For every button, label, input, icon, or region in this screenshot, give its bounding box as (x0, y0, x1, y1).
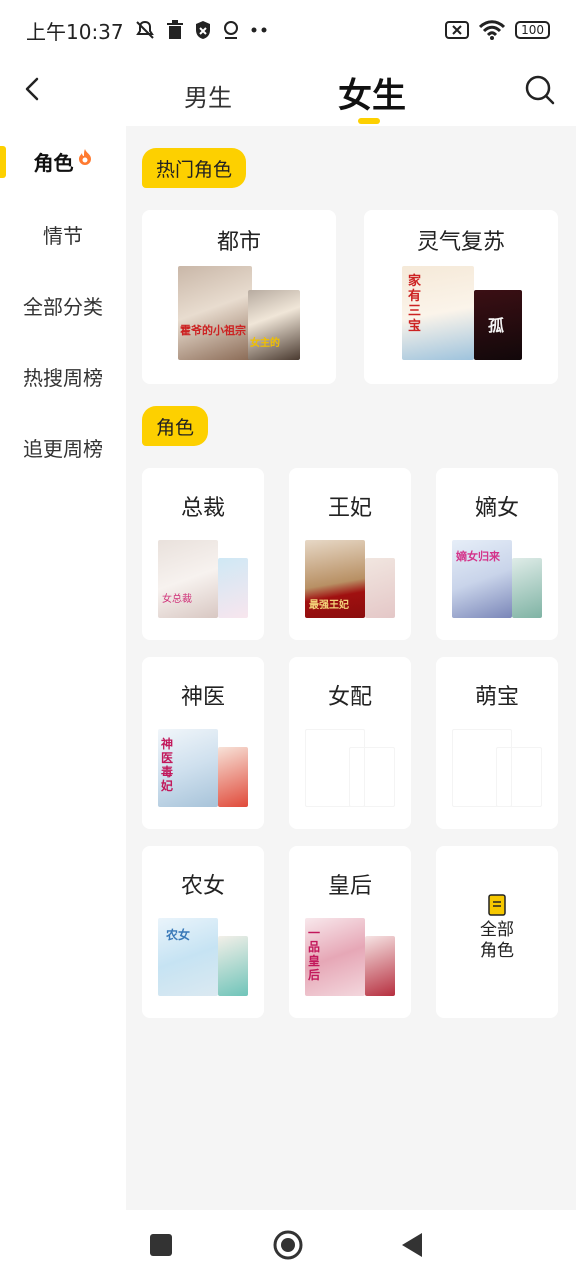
sidebar-item-hot-weekly[interactable]: 热搜周榜 (0, 341, 126, 411)
cover-text: 农女 (166, 928, 191, 942)
header: 男生 女生 (0, 60, 576, 126)
card-all-roles[interactable]: 全部 角色 (436, 846, 558, 1018)
recent-apps-button[interactable] (150, 1234, 172, 1256)
status-right: 100 (445, 20, 550, 40)
wifi-icon (479, 20, 506, 40)
card-princess[interactable]: 王妃 最强王妃 (289, 468, 411, 640)
sidebar-item-label: 角色 (33, 150, 74, 175)
card-title: 嫡女 (474, 496, 519, 521)
home-button[interactable] (273, 1230, 303, 1260)
sim-off-icon (445, 21, 470, 39)
book-cover (218, 747, 248, 807)
card-spiritual-revival[interactable]: 灵气复苏 家有三宝 孤 (364, 210, 558, 384)
sidebar-item-label: 全部分类 (23, 294, 103, 319)
cover-text: 孤 (488, 316, 505, 335)
card-female-supporting[interactable]: 女配 (289, 657, 411, 829)
book-cover: 农女 (158, 918, 218, 996)
cover-text: 最强王妃 (309, 600, 349, 611)
sidebar-item-label: 情节 (43, 223, 83, 248)
back-nav-button[interactable] (400, 1232, 424, 1258)
card-empress[interactable]: 皇后 一品皇后 (289, 846, 411, 1018)
cover-text: 一品皇后 (308, 926, 321, 982)
sidebar-item-label: 追更周榜 (23, 436, 103, 461)
sidebar-item-follow-weekly[interactable]: 追更周榜 (0, 412, 126, 482)
book-cover: 嫡女归来 (452, 540, 512, 618)
book-cover (365, 936, 395, 996)
book-cover (512, 558, 542, 618)
sidebar-item-roles[interactable]: 角色 (0, 126, 126, 196)
card-title: 萌宝 (474, 685, 519, 710)
screen: 上午10:37 100 男生 女生 角色 情节 全部分类 热搜周榜 追更周榜 热… (0, 0, 576, 1280)
cover-text: 家有三宝 (408, 274, 422, 334)
cover-text: 霍爷的小祖宗 (180, 324, 246, 337)
all-roles-label-line2: 角色 (480, 941, 514, 961)
shield-icon (195, 21, 210, 39)
card-title: 女配 (327, 685, 372, 710)
card-farm-girl[interactable]: 农女 农女 (142, 846, 264, 1018)
status-icons-left (134, 19, 270, 41)
cover-text: 女总裁 (162, 594, 192, 605)
book-cover: 女主的 (248, 290, 300, 360)
card-legitimate-daughter[interactable]: 嫡女 嫡女归来 (436, 468, 558, 640)
sidebar-active-indicator (0, 146, 6, 178)
book-cover: 女总裁 (158, 540, 218, 618)
book-cover (218, 558, 248, 618)
cover-text: 神医毒妃 (161, 737, 174, 793)
card-ceo[interactable]: 总裁 女总裁 (142, 468, 264, 640)
trash-icon (166, 20, 183, 39)
card-title: 神医 (180, 685, 225, 710)
tab-male[interactable]: 男生 (184, 78, 232, 113)
book-cover: 最强王妃 (305, 540, 365, 618)
card-title: 皇后 (327, 874, 372, 899)
book-cover: 神医毒妃 (158, 729, 218, 807)
sidebar-item-all-categories[interactable]: 全部分类 (0, 270, 126, 340)
book-cover: 霍爷的小祖宗 (178, 266, 252, 360)
battery-indicator: 100 (515, 21, 550, 39)
section-tag-hot-roles: 热门角色 (142, 148, 247, 188)
all-roles-label: 全部 角色 (436, 920, 558, 962)
card-title: 都市 (216, 230, 261, 255)
card-urban[interactable]: 都市 霍爷的小祖宗 女主的 (142, 210, 336, 384)
cover-text: 女主的 (250, 338, 280, 349)
book-cover (365, 558, 395, 618)
search-icon[interactable] (524, 74, 556, 106)
card-title: 总裁 (180, 496, 225, 521)
back-icon[interactable] (18, 74, 48, 104)
book-cover: 一品皇后 (305, 918, 365, 996)
system-nav-bar (0, 1210, 576, 1280)
category-sidebar: 角色 情节 全部分类 热搜周榜 追更周榜 (0, 126, 126, 1210)
card-title: 灵气复苏 (416, 230, 505, 255)
book-cover: 孤 (474, 290, 522, 360)
book-cover (218, 936, 248, 996)
section-tag-roles: 角色 (142, 406, 209, 446)
sidebar-item-label: 热搜周榜 (23, 365, 103, 390)
document-icon (488, 894, 506, 916)
fire-icon (78, 149, 91, 165)
book-cover-placeholder (496, 747, 542, 807)
card-title: 农女 (180, 874, 225, 899)
active-tab-indicator (358, 118, 380, 124)
sidebar-item-plot[interactable]: 情节 (0, 199, 126, 269)
card-divine-doctor[interactable]: 神医 神医毒妃 (142, 657, 264, 829)
status-time: 上午10:37 (26, 19, 124, 44)
status-bar: 上午10:37 100 (0, 0, 576, 60)
cover-text: 嫡女归来 (456, 550, 500, 563)
book-cover: 家有三宝 (402, 266, 474, 360)
location-icon (223, 21, 238, 39)
content-area: 热门角色 都市 霍爷的小祖宗 女主的 灵气复苏 家有三宝 孤 角色 总裁 女总裁… (126, 126, 576, 1210)
tab-female[interactable]: 女生 (338, 68, 406, 117)
mute-icon (135, 20, 154, 39)
card-title: 王妃 (327, 496, 372, 521)
book-cover-placeholder (349, 747, 395, 807)
card-cute-baby[interactable]: 萌宝 (436, 657, 558, 829)
more-icon (251, 27, 267, 33)
all-roles-label-line1: 全部 (480, 920, 514, 940)
